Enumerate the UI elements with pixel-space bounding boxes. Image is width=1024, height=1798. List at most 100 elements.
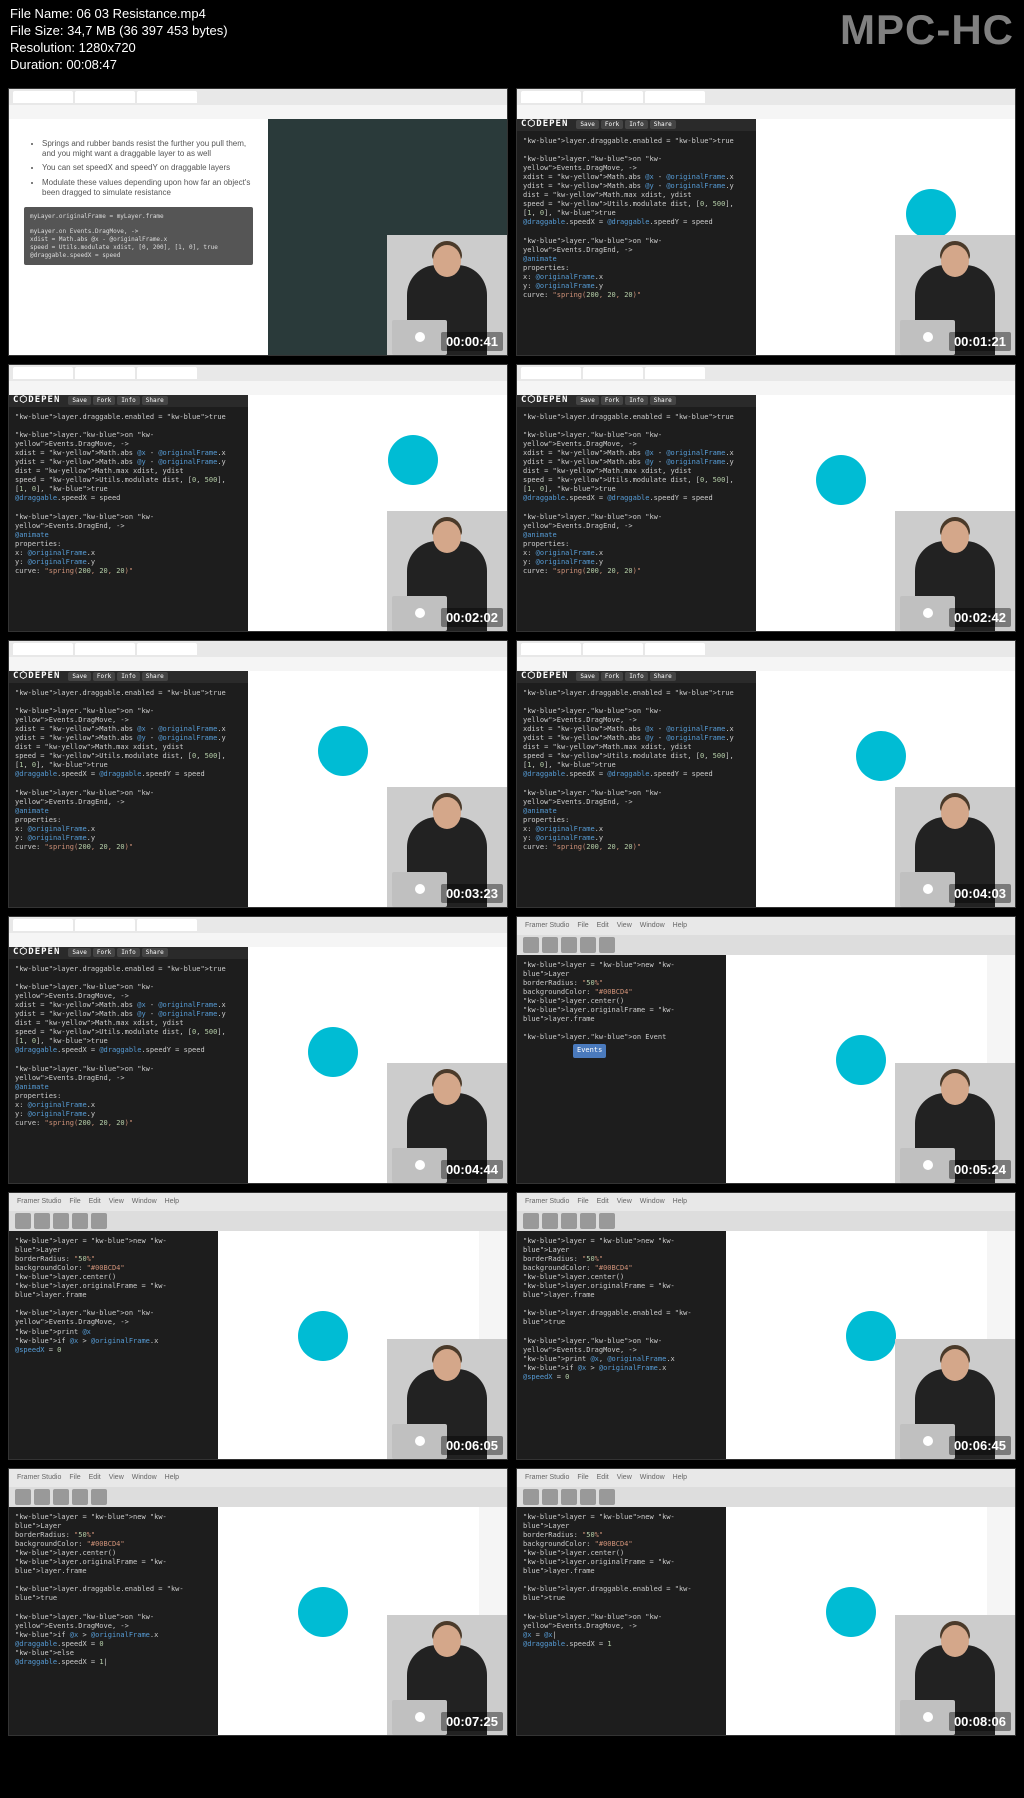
menu-item[interactable]: View bbox=[617, 922, 632, 929]
browser-tab[interactable] bbox=[13, 367, 73, 379]
menu-item[interactable]: File bbox=[577, 922, 588, 929]
codepen-button[interactable]: Save bbox=[576, 120, 598, 130]
video-thumbnail[interactable]: C⬡DEPENSaveForkInfoShare"kw-blue">layer.… bbox=[8, 364, 508, 632]
tool-icon[interactable] bbox=[15, 1489, 31, 1505]
browser-tab[interactable] bbox=[13, 919, 73, 931]
codepen-button[interactable]: Save bbox=[68, 948, 90, 958]
menu-item[interactable]: Window bbox=[640, 922, 665, 929]
menu-item[interactable]: File bbox=[69, 1198, 80, 1205]
address-bar[interactable] bbox=[9, 105, 507, 119]
menu-item[interactable]: Framer Studio bbox=[17, 1474, 61, 1481]
menu-item[interactable]: View bbox=[109, 1474, 124, 1481]
menu-item[interactable]: File bbox=[577, 1474, 588, 1481]
browser-tab[interactable] bbox=[137, 643, 197, 655]
browser-tab[interactable] bbox=[13, 643, 73, 655]
browser-tab[interactable] bbox=[521, 367, 581, 379]
menu-item[interactable]: Framer Studio bbox=[17, 1198, 61, 1205]
tool-icon[interactable] bbox=[72, 1213, 88, 1229]
video-thumbnail[interactable]: Framer StudioFileEditViewWindowHelp"kw-b… bbox=[8, 1468, 508, 1736]
code-editor[interactable]: C⬡DEPENSaveForkInfoShare"kw-blue">layer.… bbox=[517, 671, 756, 907]
tool-icon[interactable] bbox=[580, 937, 596, 953]
code-editor[interactable]: "kw-blue">layer = "kw-blue">new "kw-blue… bbox=[517, 955, 726, 1183]
browser-tab[interactable] bbox=[137, 919, 197, 931]
tool-icon[interactable] bbox=[523, 1489, 539, 1505]
tool-icon[interactable] bbox=[599, 937, 615, 953]
codepen-button[interactable]: Save bbox=[68, 672, 90, 682]
draggable-circle[interactable] bbox=[836, 1035, 886, 1085]
codepen-button[interactable]: Save bbox=[576, 396, 598, 406]
tool-icon[interactable] bbox=[34, 1489, 50, 1505]
tool-icon[interactable] bbox=[580, 1213, 596, 1229]
codepen-button[interactable]: Share bbox=[650, 120, 676, 130]
code-editor[interactable]: C⬡DEPENSaveForkInfoShare"kw-blue">layer.… bbox=[9, 947, 248, 1183]
menu-item[interactable]: Edit bbox=[89, 1198, 101, 1205]
video-thumbnail[interactable]: Framer Studio File Edit View Window Help "kw-b… bbox=[516, 916, 1016, 1184]
tool-icon[interactable] bbox=[53, 1489, 69, 1505]
draggable-circle[interactable] bbox=[298, 1311, 348, 1361]
menu-item[interactable]: Edit bbox=[597, 1198, 609, 1205]
address-bar[interactable] bbox=[9, 657, 507, 671]
video-thumbnail[interactable]: Framer StudioFileEditViewWindowHelp"kw-b… bbox=[8, 1192, 508, 1460]
codepen-button[interactable]: Info bbox=[625, 672, 647, 682]
browser-tab[interactable] bbox=[75, 91, 135, 103]
code-editor[interactable]: "kw-blue">layer = "kw-blue">new "kw-blue… bbox=[9, 1231, 218, 1459]
draggable-circle[interactable] bbox=[388, 435, 438, 485]
menu-item[interactable]: View bbox=[617, 1198, 632, 1205]
address-bar[interactable] bbox=[517, 105, 1015, 119]
browser-tab[interactable] bbox=[75, 367, 135, 379]
code-editor[interactable]: "kw-blue">layer = "kw-blue">new "kw-blue… bbox=[9, 1507, 218, 1735]
codepen-button[interactable]: Info bbox=[117, 948, 139, 958]
draggable-circle[interactable] bbox=[906, 189, 956, 239]
code-editor[interactable]: C⬡DEPENSaveForkInfoShare"kw-blue">layer.… bbox=[9, 671, 248, 907]
codepen-button[interactable]: Fork bbox=[93, 672, 115, 682]
menu-item[interactable]: View bbox=[617, 1474, 632, 1481]
codepen-button[interactable]: Fork bbox=[601, 396, 623, 406]
codepen-button[interactable]: Share bbox=[142, 396, 168, 406]
draggable-circle[interactable] bbox=[856, 731, 906, 781]
tool-icon[interactable] bbox=[561, 1213, 577, 1229]
menu-item[interactable]: Help bbox=[165, 1474, 179, 1481]
browser-tab[interactable] bbox=[75, 919, 135, 931]
address-bar[interactable] bbox=[517, 657, 1015, 671]
menu-item[interactable]: Help bbox=[673, 1474, 687, 1481]
draggable-circle[interactable] bbox=[846, 1311, 896, 1361]
codepen-button[interactable]: Share bbox=[650, 672, 676, 682]
codepen-button[interactable]: Info bbox=[117, 396, 139, 406]
browser-tab[interactable] bbox=[75, 643, 135, 655]
codepen-button[interactable]: Info bbox=[625, 396, 647, 406]
video-thumbnail[interactable]: Framer StudioFileEditViewWindowHelp"kw-b… bbox=[516, 1468, 1016, 1736]
tool-icon[interactable] bbox=[542, 1489, 558, 1505]
menu-item[interactable]: Window bbox=[132, 1198, 157, 1205]
menu-item[interactable]: View bbox=[109, 1198, 124, 1205]
code-editor[interactable]: C⬡DEPENSaveForkInfoShare"kw-blue">layer.… bbox=[517, 119, 756, 355]
tool-icon[interactable] bbox=[561, 1489, 577, 1505]
address-bar[interactable] bbox=[9, 933, 507, 947]
tool-icon[interactable] bbox=[91, 1489, 107, 1505]
video-thumbnail[interactable]: C⬡DEPENSaveForkInfoShare"kw-blue">layer.… bbox=[8, 640, 508, 908]
tool-icon[interactable] bbox=[599, 1213, 615, 1229]
video-thumbnail[interactable]: Framer StudioFileEditViewWindowHelp"kw-b… bbox=[516, 1192, 1016, 1460]
video-thumbnail[interactable]: C⬡DEPENSaveForkInfoShare"kw-blue">layer.… bbox=[516, 364, 1016, 632]
codepen-button[interactable]: Save bbox=[68, 396, 90, 406]
video-thumbnail[interactable]: Springs and rubber bands resist the furt… bbox=[8, 88, 508, 356]
codepen-button[interactable]: Save bbox=[576, 672, 598, 682]
tool-icon[interactable] bbox=[34, 1213, 50, 1229]
tool-icon[interactable] bbox=[15, 1213, 31, 1229]
menu-item[interactable]: Window bbox=[640, 1474, 665, 1481]
menu-item[interactable]: Framer Studio bbox=[525, 922, 569, 929]
codepen-button[interactable]: Share bbox=[142, 948, 168, 958]
menu-item[interactable]: Edit bbox=[597, 922, 609, 929]
browser-tab[interactable] bbox=[137, 367, 197, 379]
address-bar[interactable] bbox=[9, 381, 507, 395]
code-editor[interactable]: "kw-blue">layer = "kw-blue">new "kw-blue… bbox=[517, 1507, 726, 1735]
browser-tab[interactable] bbox=[13, 91, 73, 103]
tool-icon[interactable] bbox=[523, 937, 539, 953]
browser-tab[interactable] bbox=[521, 643, 581, 655]
autocomplete-dropdown[interactable]: Events bbox=[573, 1044, 606, 1057]
menu-item[interactable]: Edit bbox=[89, 1474, 101, 1481]
browser-tab[interactable] bbox=[521, 91, 581, 103]
menu-item[interactable]: Help bbox=[673, 922, 687, 929]
tool-icon[interactable] bbox=[72, 1489, 88, 1505]
tool-icon[interactable] bbox=[580, 1489, 596, 1505]
codepen-button[interactable]: Share bbox=[142, 672, 168, 682]
